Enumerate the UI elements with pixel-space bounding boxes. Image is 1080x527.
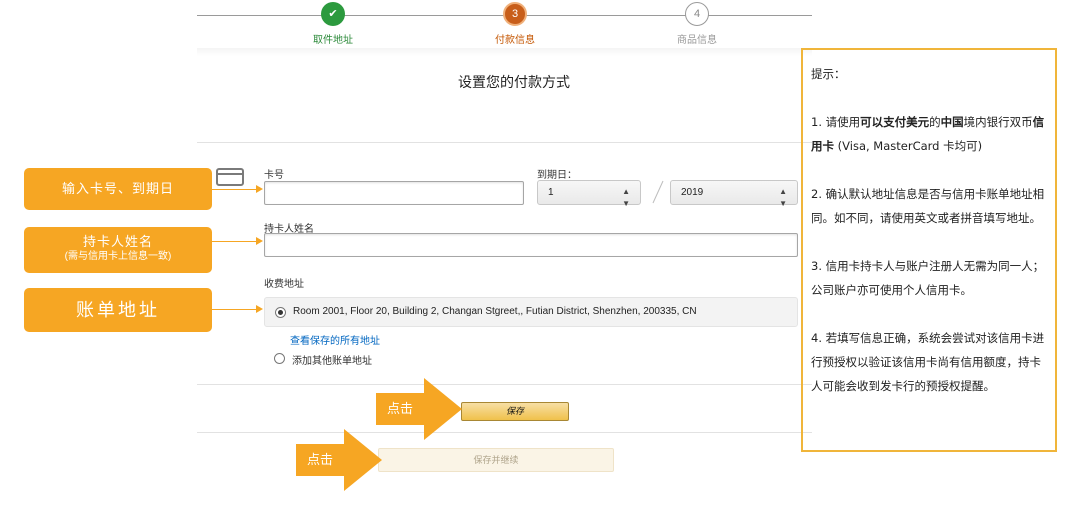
expiry-month-value: 1 [548,187,554,198]
step-label: 取件地址 [313,35,353,46]
add-address-radio[interactable] [274,353,285,364]
hint-title: 提示： [811,67,846,81]
callout-connector [212,241,257,242]
click-label: 点击 [376,393,424,425]
expiry-year-select[interactable]: 2019 ▲ ▼ [670,180,798,208]
callout-cardholder-sub: (需与信用卡上信息一致) [64,251,172,262]
address-text: Room 2001, Floor 20, Building 2, Changan… [293,306,697,317]
step-payment-info: 3 付款信息 [475,2,555,46]
page-title: 设置您的付款方式 [458,74,570,90]
view-saved-addresses-link[interactable]: 查看保存的所有地址 [290,332,380,347]
address-radio-selected[interactable] [275,307,286,318]
section-divider [197,432,812,433]
step-number: 4 [685,2,709,26]
billing-address-label: 收费地址 [264,279,304,290]
hint-panel: 提示： 1. 请使用可以支付美元的中国境内银行双币信用卡 (Visa, Mast… [801,48,1057,452]
credit-card-icon [216,168,244,186]
click-label: 点击 [296,444,344,476]
updown-arrow-icon: ▲ ▼ [622,187,630,208]
section-divider [197,142,812,143]
click-arrow-save: 点击 [376,378,462,440]
save-button[interactable]: 保存 [461,402,569,421]
section-divider [197,48,812,56]
arrow-right-icon [256,185,263,193]
check-icon: ✔ [321,2,345,26]
arrow-right-icon [424,378,462,440]
hint-item-4: 4. 若填写信息正确，系统会尝试对该信用卡进行预授权以验证该信用卡尚有信用额度，… [811,331,1045,393]
card-number-label: 卡号 [264,170,284,181]
step-pickup-address: ✔ 取件地址 [293,2,373,46]
callout-cardholder: 持卡人姓名 (需与信用卡上信息一致) [24,227,212,273]
hint-item-1: 1. 请使用可以支付美元的中国境内银行双币信用卡 (Visa, MasterCa… [811,115,1045,153]
date-separator [652,180,664,204]
cardholder-name-input[interactable] [264,233,798,257]
section-divider [197,384,812,385]
arrow-right-icon [344,429,382,491]
expiry-label: 到期日： [537,170,577,181]
arrow-right-icon [256,237,263,245]
saved-address-option[interactable]: Room 2001, Floor 20, Building 2, Changan… [264,297,798,327]
expiry-month-select[interactable]: 1 ▲ ▼ [537,180,641,208]
callout-billing-address: 账单地址 [24,288,212,332]
hint-item-3: 3. 信用卡持卡人与账户注册人无需为同一人；公司账户亦可使用个人信用卡。 [811,259,1045,297]
step-label: 付款信息 [495,35,535,46]
callout-card-expiry: 输入卡号、到期日 [24,168,212,210]
step-label: 商品信息 [677,35,717,46]
add-other-address-label[interactable]: 添加其他账单地址 [292,352,372,367]
hint-item-2: 2. 确认默认地址信息是否与信用卡账单地址相同。如不同，请使用英文或者拼音填写地… [811,187,1045,225]
click-arrow-save-continue: 点击 [296,429,382,491]
step-number: 3 [503,2,527,26]
callout-cardholder-main: 持卡人姓名 [82,234,153,249]
expiry-year-value: 2019 [681,187,704,198]
save-and-continue-button[interactable]: 保存并继续 [378,448,614,472]
step-product-info: 4 商品信息 [657,2,737,46]
arrow-right-icon [256,305,263,313]
callout-connector [212,189,257,190]
callout-connector [212,309,257,310]
card-number-input[interactable] [264,181,524,205]
updown-arrow-icon: ▲ ▼ [779,187,787,208]
